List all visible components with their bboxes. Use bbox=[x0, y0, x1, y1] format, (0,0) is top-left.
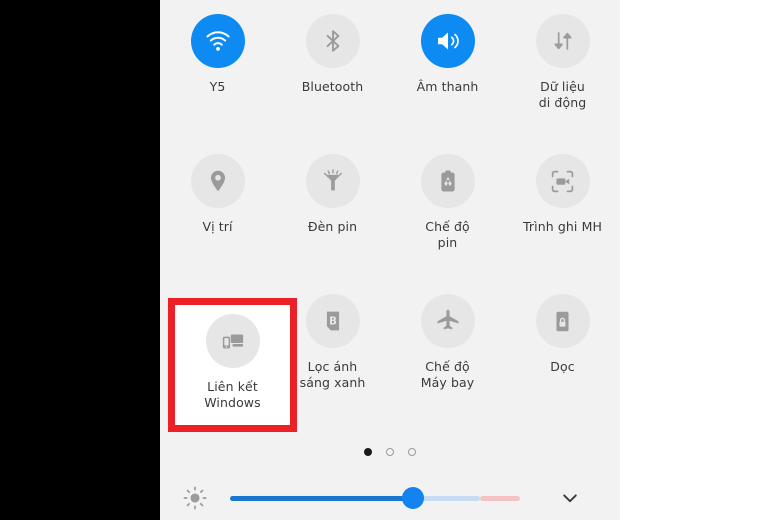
tile-label: Đèn pin bbox=[307, 219, 358, 234]
rotation-lock-icon bbox=[556, 311, 569, 331]
location-pin-icon bbox=[210, 170, 225, 192]
right-white-margin bbox=[620, 0, 780, 520]
tile-airplane-mode[interactable]: Chế độ Máy bay bbox=[390, 280, 505, 420]
bluetooth-icon bbox=[320, 28, 346, 54]
page-dot-3[interactable] bbox=[408, 448, 416, 456]
tile-label: Bluetooth bbox=[301, 79, 364, 94]
brightness-row bbox=[160, 476, 620, 520]
tile-location[interactable]: Vị trí bbox=[160, 140, 275, 280]
tile-label: Trình ghi MH bbox=[523, 219, 602, 234]
tile-rotation-lock[interactable]: Dọc bbox=[505, 280, 620, 420]
wifi-toggle-bubble[interactable] bbox=[190, 14, 245, 68]
flashlight-icon bbox=[320, 168, 346, 191]
location-toggle-bubble[interactable] bbox=[190, 154, 245, 208]
airplane-mode-toggle-bubble[interactable] bbox=[420, 294, 475, 348]
link-to-windows-toggle-bubble[interactable] bbox=[205, 314, 260, 368]
blue-light-filter-icon: B bbox=[326, 311, 339, 331]
tile-label: Dọc bbox=[550, 359, 575, 374]
expand-button[interactable] bbox=[520, 486, 620, 510]
mobile-data-icon bbox=[550, 32, 576, 50]
tile-mobile-data[interactable]: Dữ liệu di động bbox=[505, 0, 620, 140]
chevron-down-icon bbox=[563, 494, 577, 503]
sound-icon bbox=[437, 32, 463, 50]
wifi-icon bbox=[203, 26, 233, 51]
quick-settings-row-2: Vị trí Đèn pin Chế độ pin Trình ghi MH bbox=[160, 140, 620, 280]
brightness-icon-wrap bbox=[160, 485, 230, 511]
blue-light-filter-toggle-bubble[interactable]: B bbox=[305, 294, 360, 348]
tile-bluetooth[interactable]: Bluetooth bbox=[275, 0, 390, 140]
brightness-sun-icon bbox=[183, 486, 207, 510]
tile-wifi[interactable]: Y5 bbox=[160, 0, 275, 140]
quick-settings-row-1: Y5 Bluetooth Âm thanh Dữ liệu di động bbox=[160, 0, 620, 140]
slider-track-filled bbox=[230, 496, 412, 501]
screen-recorder-icon bbox=[549, 168, 576, 195]
screen-recorder-toggle-bubble[interactable] bbox=[535, 154, 590, 208]
battery-saver-icon bbox=[440, 170, 455, 192]
mobile-data-toggle-bubble[interactable] bbox=[535, 14, 590, 68]
tile-label: Lọc ánh sáng xanh bbox=[299, 359, 366, 390]
screenshot-stage: Y5 Bluetooth Âm thanh Dữ liệu di động Vị… bbox=[0, 0, 780, 520]
rotation-lock-toggle-bubble[interactable] bbox=[535, 294, 590, 348]
tile-label: Âm thanh bbox=[416, 79, 479, 94]
tile-label: Dữ liệu di động bbox=[538, 79, 587, 110]
link-to-windows-icon bbox=[222, 334, 243, 349]
tile-label: Vị trí bbox=[202, 219, 233, 234]
tile-label: Chế độ pin bbox=[425, 219, 470, 250]
airplane-mode-icon bbox=[437, 309, 458, 330]
slider-track-remaining bbox=[480, 496, 520, 501]
tile-screen-recorder[interactable]: Trình ghi MH bbox=[505, 140, 620, 280]
page-indicator[interactable] bbox=[160, 448, 620, 456]
svg-text:B: B bbox=[329, 317, 337, 328]
tile-flashlight[interactable]: Đèn pin bbox=[275, 140, 390, 280]
page-dot-2[interactable] bbox=[386, 448, 394, 456]
flashlight-toggle-bubble[interactable] bbox=[305, 154, 360, 208]
tile-label: Chế độ Máy bay bbox=[420, 359, 475, 390]
battery-saver-toggle-bubble[interactable] bbox=[420, 154, 475, 208]
tile-link-to-windows[interactable]: Liên kết Windows bbox=[168, 298, 297, 432]
tile-label: Liên kết Windows bbox=[204, 379, 261, 410]
brightness-slider[interactable] bbox=[230, 487, 520, 509]
slider-thumb[interactable] bbox=[402, 487, 424, 509]
page-dot-1[interactable] bbox=[364, 448, 372, 456]
bluetooth-toggle-bubble[interactable] bbox=[305, 14, 360, 68]
tile-battery-saver[interactable]: Chế độ pin bbox=[390, 140, 505, 280]
sound-toggle-bubble[interactable] bbox=[420, 14, 475, 68]
quick-settings-panel: Y5 Bluetooth Âm thanh Dữ liệu di động Vị… bbox=[160, 0, 620, 520]
tile-sound[interactable]: Âm thanh bbox=[390, 0, 505, 140]
tile-label: Y5 bbox=[209, 79, 226, 94]
